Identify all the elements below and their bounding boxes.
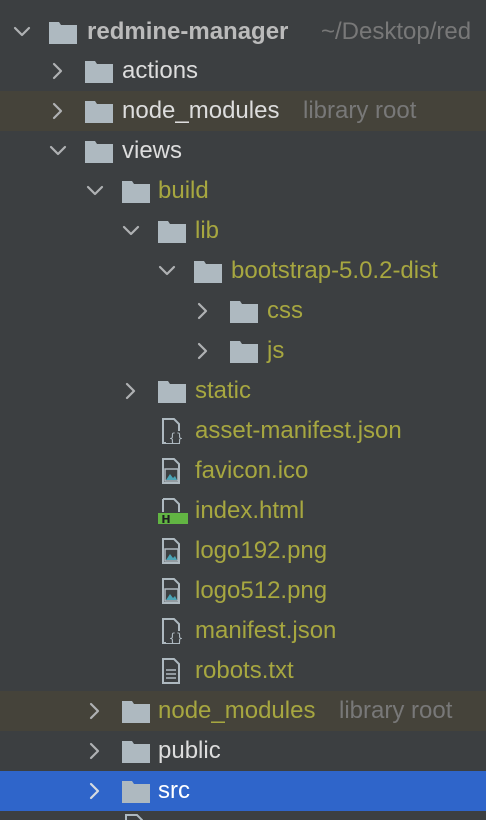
chevron-right-icon[interactable] [48,61,68,81]
tree-item-label: asset-manifest.json [195,417,402,444]
tree-row-logo192[interactable]: logo192.png [0,531,486,571]
tree-row-bootstrap-dist[interactable]: bootstrap-5.0.2-dist [0,251,486,291]
library-root-hint: library root [339,697,453,724]
json-file-icon: {} [158,618,188,644]
tree-item-label: node_modules [158,697,316,724]
tree-item-label: manifest.json [195,617,337,644]
tree-item-label: index.html [195,497,305,524]
tree-item-label: public [158,737,221,764]
svg-text:{}: {} [169,631,183,644]
chevron-down-icon[interactable] [121,221,141,241]
tree-row-robots[interactable]: robots.txt [0,651,486,691]
folder-icon [121,698,151,724]
folder-icon [157,378,187,404]
folder-icon [121,778,151,804]
tree-item-label: actions [122,57,199,84]
library-root-hint: library root [303,97,417,124]
tree-row-asset-manifest[interactable]: {} asset-manifest.json [0,411,486,451]
chevron-right-icon[interactable] [85,741,105,761]
file-icon [121,814,151,820]
folder-icon [229,338,259,364]
folder-icon [193,258,223,284]
chevron-down-icon[interactable] [85,181,105,201]
chevron-right-icon[interactable] [85,701,105,721]
tree-item-label: logo192.png [195,537,328,564]
chevron-right-icon[interactable] [48,101,68,121]
tree-row-public[interactable]: public [0,731,486,771]
folder-icon [229,298,259,324]
tree-row-index-html[interactable]: H index.html [0,491,486,531]
image-file-icon [158,458,188,484]
image-file-icon [158,578,188,604]
project-tree: redmine-manager ~/Desktop/red actions no… [0,0,486,820]
tree-item-label: favicon.ico [195,457,309,484]
folder-icon [121,738,151,764]
tree-item-label: logo512.png [195,577,328,604]
root-path-hint: ~/Desktop/red [321,18,472,45]
tree-row-src[interactable]: src [0,771,486,811]
chevron-right-icon[interactable] [193,301,213,321]
folder-icon [48,19,78,45]
folder-icon [84,138,114,164]
tree-row-root[interactable]: redmine-manager ~/Desktop/red [0,12,486,52]
tree-item-label: build [158,177,209,204]
tree-row-static[interactable]: static [0,371,486,411]
chevron-down-icon[interactable] [48,141,68,161]
tree-row-logo512[interactable]: logo512.png [0,571,486,611]
folder-icon [84,58,114,84]
folder-icon [84,98,114,124]
chevron-down-icon[interactable] [12,22,32,42]
tree-item-label: js [267,337,285,364]
text-file-icon [158,658,188,684]
image-file-icon [158,538,188,564]
chevron-right-icon[interactable] [193,341,213,361]
tree-row-build[interactable]: build [0,171,486,211]
svg-text:H: H [161,513,170,524]
chevron-down-icon[interactable] [157,261,177,281]
tree-item-label: css [267,297,303,324]
tree-row-lib[interactable]: lib [0,211,486,251]
json-file-icon: {} [158,418,188,444]
chevron-right-icon[interactable] [121,381,141,401]
tree-row-actions[interactable]: actions [0,51,486,91]
tree-row-views[interactable]: views [0,131,486,171]
tree-root-label: redmine-manager [87,18,289,45]
folder-icon [157,218,187,244]
tree-item-label: lib [195,217,220,244]
tree-item-label: static [195,377,252,404]
tree-row-favicon[interactable]: favicon.ico [0,451,486,491]
tree-row-next-partial[interactable] [0,811,486,820]
chevron-right-icon[interactable] [85,781,105,801]
tree-item-label: robots.txt [195,657,294,684]
tree-row-js[interactable]: js [0,331,486,371]
tree-item-label: src [158,777,190,804]
tree-row-manifest[interactable]: {} manifest.json [0,611,486,651]
tree-row-node-modules[interactable]: node_modules library root [0,91,486,131]
html-file-icon: H [158,498,188,524]
tree-row-views-node-modules[interactable]: node_modules library root [0,691,486,731]
tree-item-label: node_modules [122,97,280,124]
svg-text:{}: {} [169,431,183,444]
tree-row-css[interactable]: css [0,291,486,331]
tree-item-label: views [122,137,183,164]
tree-item-label: bootstrap-5.0.2-dist [231,257,438,284]
folder-icon [121,178,151,204]
